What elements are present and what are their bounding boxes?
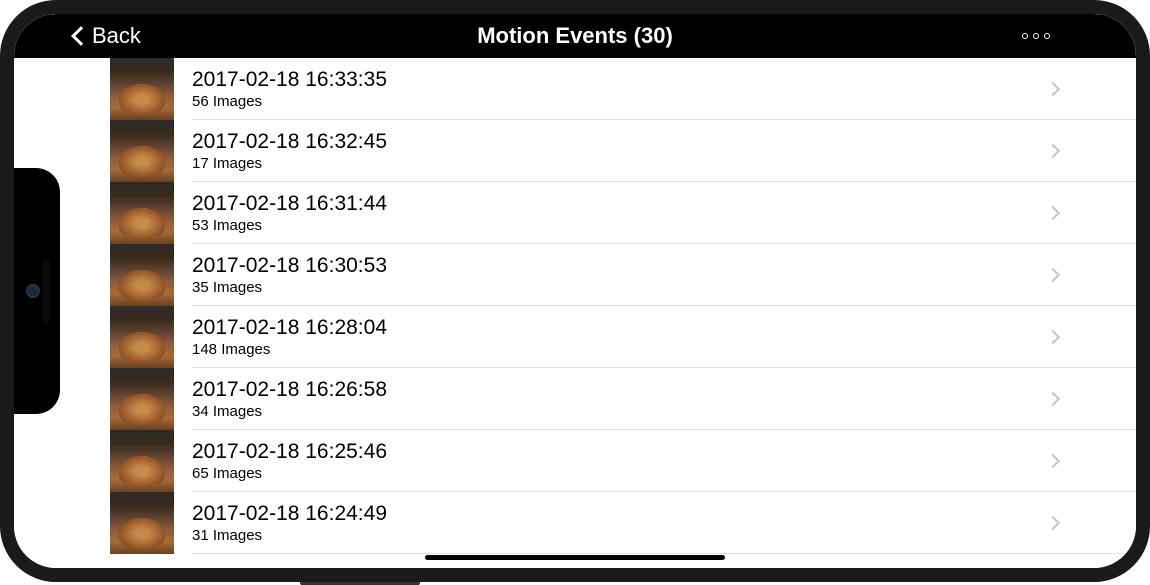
event-text: 2017-02-18 16:28:04 148 Images xyxy=(174,315,1048,358)
event-text: 2017-02-18 16:25:46 65 Images xyxy=(174,439,1048,482)
event-timestamp: 2017-02-18 16:28:04 xyxy=(192,315,1048,340)
event-timestamp: 2017-02-18 16:30:53 xyxy=(192,253,1048,278)
event-image-count: 53 Images xyxy=(192,217,1048,235)
more-options-button[interactable] xyxy=(1014,25,1058,47)
home-indicator[interactable] xyxy=(425,555,725,560)
back-button[interactable]: Back xyxy=(74,23,141,49)
event-thumbnail xyxy=(110,306,174,368)
chevron-right-icon xyxy=(1046,392,1060,406)
event-row[interactable]: 2017-02-18 16:33:35 56 Images xyxy=(14,58,1136,120)
event-image-count: 65 Images xyxy=(192,465,1048,483)
chevron-right-icon xyxy=(1046,516,1060,530)
event-timestamp: 2017-02-18 16:33:35 xyxy=(192,67,1048,92)
event-text: 2017-02-18 16:30:53 35 Images xyxy=(174,253,1048,296)
chevron-right-icon xyxy=(1046,144,1060,158)
event-thumbnail xyxy=(110,244,174,306)
dot-icon xyxy=(1022,33,1028,39)
device-frame: Back Motion Events (30) 2017-02-18 16:33… xyxy=(0,0,1150,582)
event-thumbnail xyxy=(110,120,174,182)
dot-icon xyxy=(1044,33,1050,39)
screen: Back Motion Events (30) 2017-02-18 16:33… xyxy=(14,14,1136,568)
event-timestamp: 2017-02-18 16:31:44 xyxy=(192,191,1048,216)
chevron-right-icon xyxy=(1046,206,1060,220)
event-row[interactable]: 2017-02-18 16:31:44 53 Images xyxy=(14,182,1136,244)
back-label: Back xyxy=(92,23,141,49)
earpiece-speaker xyxy=(42,259,50,323)
chevron-right-icon xyxy=(1046,82,1060,96)
event-timestamp: 2017-02-18 16:26:58 xyxy=(192,377,1048,402)
event-image-count: 148 Images xyxy=(192,341,1048,359)
event-text: 2017-02-18 16:26:58 34 Images xyxy=(174,377,1048,420)
chevron-left-icon xyxy=(71,26,91,46)
event-row[interactable]: 2017-02-18 16:25:46 65 Images xyxy=(14,430,1136,492)
event-image-count: 17 Images xyxy=(192,155,1048,173)
event-image-count: 34 Images xyxy=(192,403,1048,421)
page-title: Motion Events (30) xyxy=(477,23,673,49)
event-row[interactable]: 2017-02-18 16:32:45 17 Images xyxy=(14,120,1136,182)
event-timestamp: 2017-02-18 16:25:46 xyxy=(192,439,1048,464)
events-list[interactable]: 2017-02-18 16:33:35 56 Images 2017-02-18… xyxy=(14,58,1136,568)
event-row[interactable]: 2017-02-18 16:28:04 148 Images xyxy=(14,306,1136,368)
chevron-right-icon xyxy=(1046,330,1060,344)
event-image-count: 31 Images xyxy=(192,527,1048,545)
front-camera-icon xyxy=(26,284,40,298)
navigation-bar: Back Motion Events (30) xyxy=(14,14,1136,58)
event-row[interactable]: 2017-02-18 16:30:53 35 Images xyxy=(14,244,1136,306)
event-thumbnail xyxy=(110,182,174,244)
event-timestamp: 2017-02-18 16:32:45 xyxy=(192,129,1048,154)
event-image-count: 35 Images xyxy=(192,279,1048,297)
event-row[interactable]: 2017-02-18 16:26:58 34 Images xyxy=(14,368,1136,430)
event-thumbnail xyxy=(110,368,174,430)
event-text: 2017-02-18 16:31:44 53 Images xyxy=(174,191,1048,234)
event-thumbnail xyxy=(110,58,174,120)
chevron-right-icon xyxy=(1046,268,1060,282)
event-image-count: 56 Images xyxy=(192,93,1048,111)
chevron-right-icon xyxy=(1046,454,1060,468)
event-thumbnail xyxy=(110,430,174,492)
event-text: 2017-02-18 16:32:45 17 Images xyxy=(174,129,1048,172)
event-text: 2017-02-18 16:33:35 56 Images xyxy=(174,67,1048,110)
dot-icon xyxy=(1033,33,1039,39)
event-thumbnail xyxy=(110,492,174,554)
event-text: 2017-02-18 16:24:49 31 Images xyxy=(174,501,1048,544)
event-row[interactable]: 2017-02-18 16:24:49 31 Images xyxy=(14,492,1136,554)
event-timestamp: 2017-02-18 16:24:49 xyxy=(192,501,1048,526)
